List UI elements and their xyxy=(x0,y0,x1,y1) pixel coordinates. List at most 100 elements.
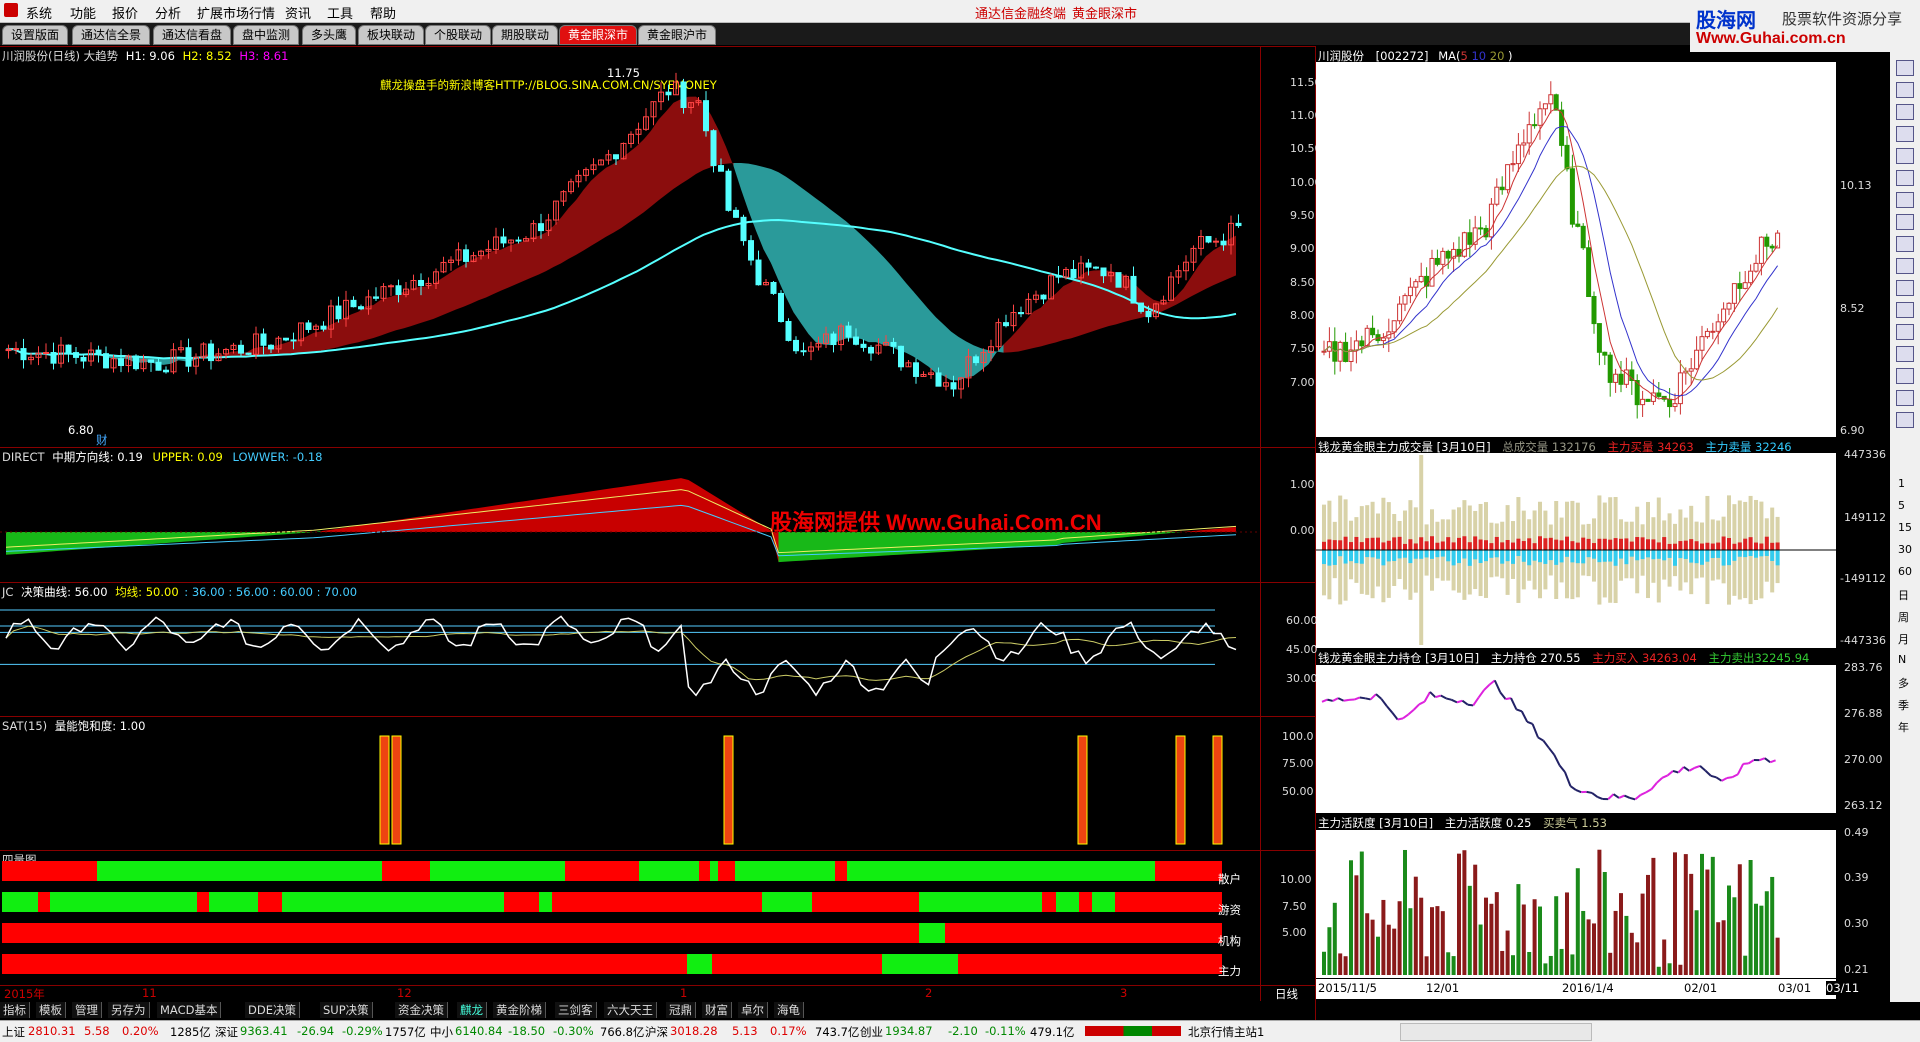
hold-axis-label: 283.76 xyxy=(1844,661,1883,674)
sh-amount: 1285亿 xyxy=(170,1024,211,1040)
indicator-tab[interactable]: 冠鼎 xyxy=(666,1002,696,1018)
tab-golden-eye-sh[interactable]: 黄金眼沪市 xyxy=(638,25,716,45)
main-volume-chart[interactable] xyxy=(1316,453,1836,648)
toolbar-button-icon[interactable] xyxy=(1896,412,1914,428)
main-sell-bar xyxy=(1543,550,1547,564)
sat-chart[interactable] xyxy=(0,716,1260,850)
period-button[interactable]: N xyxy=(1898,653,1906,666)
tab-tdx-watch[interactable]: 通达信看盘 xyxy=(153,25,231,45)
tab-layout-settings[interactable]: 设置版面 xyxy=(2,25,68,45)
direct-area xyxy=(644,483,652,532)
direct-area xyxy=(1026,532,1034,547)
activity-bar xyxy=(1344,956,1348,975)
main-sell-bar xyxy=(1425,550,1429,557)
indicator-tab[interactable]: 三剑客 xyxy=(555,1002,597,1018)
four-quant-chart[interactable] xyxy=(0,850,1260,985)
saturation-bar xyxy=(1213,736,1222,844)
toolbar-button-icon[interactable] xyxy=(1896,170,1914,186)
tab-tdx-panorama[interactable]: 通达信全景 xyxy=(72,25,150,45)
indicator-tab[interactable]: 麒龙 xyxy=(457,1002,487,1018)
toolbar-button-icon[interactable] xyxy=(1896,192,1914,208)
activity-bar xyxy=(1522,904,1526,975)
period-button[interactable]: 1 xyxy=(1898,477,1905,490)
period-button[interactable]: 周 xyxy=(1898,609,1909,625)
indicator-tab[interactable]: 六大天王 xyxy=(604,1002,657,1018)
period-button[interactable]: 月 xyxy=(1898,631,1909,647)
candle-body xyxy=(1094,267,1099,268)
period-label[interactable]: 日线 xyxy=(1275,986,1298,1002)
tab-sector-link[interactable]: 板块联动 xyxy=(358,25,424,45)
jc-decision-curve xyxy=(6,616,1236,695)
tab-stock-link[interactable]: 个股联动 xyxy=(425,25,491,45)
tab-golden-eye-sz[interactable]: 黄金眼深市 xyxy=(559,25,637,45)
toolbar-button-icon[interactable] xyxy=(1896,126,1914,142)
server-name[interactable]: 北京行情主站1 xyxy=(1188,1024,1264,1040)
indicator-tab[interactable]: 另存为 xyxy=(108,1002,150,1018)
indicator-tab[interactable]: 模板 xyxy=(36,1002,66,1018)
right-kline-chart[interactable] xyxy=(1316,62,1836,437)
kline-body xyxy=(1668,399,1672,406)
activity-chart[interactable] xyxy=(1316,830,1836,978)
tab-intraday-monitor[interactable]: 盘中监测 xyxy=(233,25,299,45)
main-position-chart[interactable] xyxy=(1316,665,1836,813)
tab-futures-link[interactable]: 期股联动 xyxy=(492,25,558,45)
toolbar-button-icon[interactable] xyxy=(1896,368,1914,384)
main-buy-bar xyxy=(1732,544,1736,550)
jc-chart[interactable] xyxy=(0,582,1260,716)
toolbar-button-icon[interactable] xyxy=(1896,104,1914,120)
menu-quote[interactable]: 报价 xyxy=(112,3,138,22)
menu-system[interactable]: 系统 xyxy=(26,3,52,22)
period-button[interactable]: 60 xyxy=(1898,565,1912,578)
period-button[interactable]: 15 xyxy=(1898,521,1912,534)
period-button[interactable]: 年 xyxy=(1898,719,1909,735)
indicator-tab[interactable]: 管理 xyxy=(72,1002,102,1018)
toolbar-button-icon[interactable] xyxy=(1896,214,1914,230)
indicator-tab[interactable]: DDE决策 xyxy=(245,1002,300,1018)
indicator-tab[interactable]: 财富 xyxy=(702,1002,732,1018)
indicator-tab[interactable]: MACD基本 xyxy=(157,1002,221,1018)
period-button[interactable]: 季 xyxy=(1898,697,1909,713)
kline-body xyxy=(1527,125,1531,143)
main-buy-bar xyxy=(1597,539,1601,550)
toolbar-button-icon[interactable] xyxy=(1896,346,1914,362)
trend-ribbon xyxy=(1169,297,1177,309)
period-button[interactable]: 多 xyxy=(1898,675,1909,691)
direct-chart[interactable] xyxy=(0,447,1260,582)
period-button[interactable]: 30 xyxy=(1898,543,1912,556)
ime-toolbar[interactable] xyxy=(1400,1023,1592,1041)
trend-ribbon xyxy=(479,255,487,301)
menu-function[interactable]: 功能 xyxy=(70,3,96,22)
indicator-tab[interactable]: 指标 xyxy=(0,1002,30,1018)
tab-bull-eagle[interactable]: 多头鹰 xyxy=(302,25,356,45)
menu-analysis[interactable]: 分析 xyxy=(155,3,181,22)
indicator-tab[interactable]: 卓尔 xyxy=(738,1002,768,1018)
toolbar-button-icon[interactable] xyxy=(1896,324,1914,340)
quant-segment xyxy=(835,861,847,881)
toolbar-button-icon[interactable] xyxy=(1896,258,1914,274)
indicator-tab[interactable]: 海龟 xyxy=(774,1002,804,1018)
direct-area xyxy=(651,481,659,532)
indicator-tab[interactable]: SUP决策 xyxy=(320,1002,373,1018)
menu-info[interactable]: 资讯 xyxy=(285,3,311,22)
toolbar-button-icon[interactable] xyxy=(1896,82,1914,98)
toolbar-button-icon[interactable] xyxy=(1896,280,1914,296)
kline-body xyxy=(1722,309,1726,322)
brand-url: Www.Guhai.com.cn xyxy=(1696,30,1846,48)
toolbar-button-icon[interactable] xyxy=(1896,60,1914,76)
menu-help[interactable]: 帮助 xyxy=(370,3,396,22)
position-line-segment xyxy=(1630,798,1635,799)
main-sell-bar xyxy=(1327,550,1331,566)
period-button[interactable]: 5 xyxy=(1898,499,1905,512)
indicator-tab[interactable]: 黄金阶梯 xyxy=(493,1002,546,1018)
indicator-tab[interactable]: 资金决策 xyxy=(395,1002,448,1018)
period-button[interactable]: 日 xyxy=(1898,587,1909,603)
toolbar-button-icon[interactable] xyxy=(1896,148,1914,164)
menu-ext-market[interactable]: 扩展市场行情 xyxy=(197,3,275,22)
direct-area xyxy=(1229,527,1237,532)
menu-tools[interactable]: 工具 xyxy=(327,3,353,22)
toolbar-button-icon[interactable] xyxy=(1896,390,1914,406)
position-line-segment xyxy=(1749,760,1754,763)
toolbar-button-icon[interactable] xyxy=(1896,236,1914,252)
toolbar-button-icon[interactable] xyxy=(1896,302,1914,318)
candlestick-chart[interactable] xyxy=(0,46,1260,446)
